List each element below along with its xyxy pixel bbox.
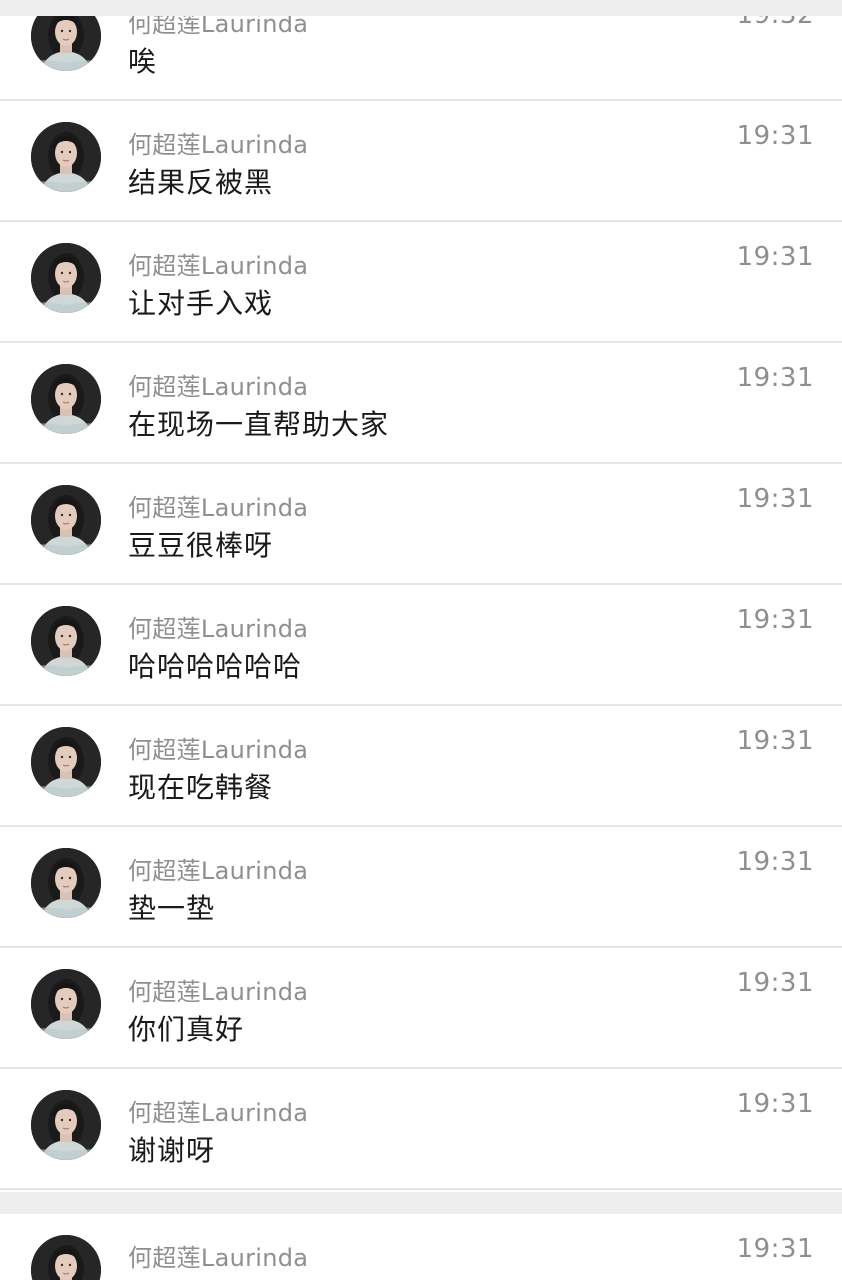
message-text: 垫一垫: [128, 892, 216, 925]
sender-name: 何超莲Laurinda: [128, 131, 309, 159]
message-text: 豆豆很棒呀: [128, 529, 274, 562]
message-group: 何超莲Laurinda 唉 19:32 何超莲Laurinda 结果反被黑 19…: [0, 16, 842, 1192]
message-text: 现在吃韩餐: [128, 771, 274, 804]
user-avatar-icon[interactable]: [31, 727, 101, 797]
message-row[interactable]: 何超莲Laurinda 垫一垫 19:31: [0, 827, 842, 948]
message-row[interactable]: 何超莲Laurinda 你们真好 19:31: [0, 948, 842, 1069]
sender-name: 何超莲Laurinda: [128, 978, 309, 1006]
message-text: 唉: [128, 45, 158, 78]
message-text: 结果反被黑: [128, 166, 274, 199]
message-text: 谢谢呀: [128, 1134, 216, 1167]
sender-name: 何超莲Laurinda: [128, 736, 309, 764]
message-time: 19:31: [736, 1234, 814, 1264]
message-time: 19:31: [736, 726, 814, 756]
user-avatar-icon[interactable]: [31, 122, 101, 192]
user-avatar-icon[interactable]: [31, 364, 101, 434]
message-time: 19:31: [736, 605, 814, 635]
message-text: 在现场一直帮助大家: [128, 408, 390, 441]
sender-name: 何超莲Laurinda: [128, 1244, 309, 1272]
sender-name: 何超莲Laurinda: [128, 373, 309, 401]
user-avatar-icon[interactable]: [31, 1090, 101, 1160]
sender-name: 何超莲Laurinda: [128, 1099, 309, 1127]
message-row[interactable]: 何超莲Laurinda 结果反被黑 19:31: [0, 101, 842, 222]
message-row[interactable]: 何超莲Laurinda 谢谢呀 19:31: [0, 1069, 842, 1190]
message-text: 让对手入戏: [128, 287, 274, 320]
message-row[interactable]: 何超莲Laurinda 在现场一直帮助大家 19:31: [0, 343, 842, 464]
sender-name: 何超莲Laurinda: [128, 615, 309, 643]
message-time: 19:31: [736, 968, 814, 998]
message-list-page: 何超莲Laurinda 唉 19:32 何超莲Laurinda 结果反被黑 19…: [0, 0, 842, 1280]
sender-name: 何超莲Laurinda: [128, 16, 309, 38]
message-time: 19:31: [736, 1089, 814, 1119]
user-avatar-icon[interactable]: [31, 1235, 101, 1280]
message-time: 19:32: [737, 16, 814, 30]
message-row[interactable]: 何超莲Laurinda 让对手入戏 19:31: [0, 222, 842, 343]
message-row[interactable]: 何超莲Laurinda 现在吃韩餐 19:31: [0, 706, 842, 827]
user-avatar-icon[interactable]: [31, 16, 101, 71]
sender-name: 何超莲Laurinda: [128, 252, 309, 280]
user-avatar-icon[interactable]: [31, 606, 101, 676]
message-row[interactable]: 何超莲Laurinda 唉 19:32: [0, 16, 842, 101]
sender-name: 何超莲Laurinda: [128, 494, 309, 522]
user-avatar-icon[interactable]: [31, 485, 101, 555]
message-time: 19:31: [736, 242, 814, 272]
message-group-next: 何超莲Laurinda 哈哈哈哈 19:31: [0, 1214, 842, 1280]
message-text: 你们真好: [128, 1013, 245, 1046]
message-row[interactable]: 何超莲Laurinda 哈哈哈哈 19:31: [0, 1214, 842, 1280]
message-time: 19:31: [736, 121, 814, 151]
user-avatar-icon[interactable]: [31, 848, 101, 918]
sender-name: 何超莲Laurinda: [128, 857, 309, 885]
message-row[interactable]: 何超莲Laurinda 豆豆很棒呀 19:31: [0, 464, 842, 585]
message-text: 哈哈哈哈哈哈: [128, 650, 303, 683]
message-time: 19:31: [736, 363, 814, 393]
message-time: 19:31: [736, 847, 814, 877]
message-row[interactable]: 何超莲Laurinda 哈哈哈哈哈哈 19:31: [0, 585, 842, 706]
user-avatar-icon[interactable]: [31, 243, 101, 313]
user-avatar-icon[interactable]: [31, 969, 101, 1039]
message-time: 19:31: [736, 484, 814, 514]
message-text: 哈哈哈哈: [128, 1274, 244, 1280]
